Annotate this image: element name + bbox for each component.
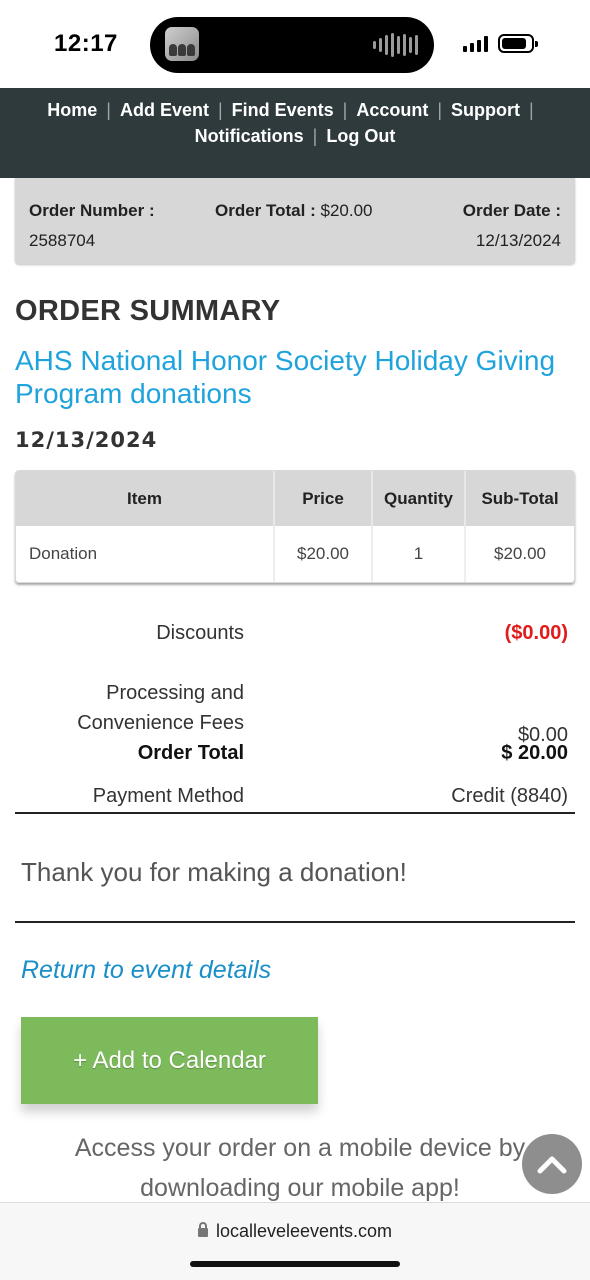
totals-section: Discounts ($0.00) Processing and Conveni… xyxy=(15,612,575,822)
add-to-calendar-button[interactable]: + Add to Calendar xyxy=(21,1017,318,1104)
order-date-label: Order Date : xyxy=(462,201,561,220)
divider xyxy=(15,921,575,923)
payment-method-row: Payment Method Credit (8840) xyxy=(15,773,575,822)
order-total-row: Order Total $ 20.00 xyxy=(15,730,575,773)
payment-method-label: Payment Method xyxy=(92,785,244,807)
return-to-event-link[interactable]: Return to event details xyxy=(21,956,271,985)
status-time: 12:17 xyxy=(54,30,118,57)
top-nav: Home | Add Event | Find Events | Account | Suppo… xyxy=(0,88,590,178)
col-header-item: Item xyxy=(16,471,275,526)
nav-separator: | xyxy=(106,100,111,120)
battery-icon xyxy=(498,34,538,53)
thank-you-message: Thank you for making a donation! xyxy=(21,857,407,887)
fees-row: Processing and Convenience Fees $0.00 xyxy=(15,658,575,746)
order-total-value: $20.00 xyxy=(320,201,373,220)
nav-home[interactable]: Home xyxy=(47,100,97,120)
cell-subtotal: $20.00 xyxy=(494,544,546,563)
scroll-to-top-button[interactable] xyxy=(522,1134,582,1194)
order-number-value: 2588704 xyxy=(29,231,96,250)
order-summary-heading: ORDER SUMMARY xyxy=(15,295,281,327)
cell-quantity: 1 xyxy=(373,526,466,582)
nav-row-1: Home | Add Event | Find Events | Account | Suppo… xyxy=(0,100,590,121)
nav-find-events[interactable]: Find Events xyxy=(232,100,334,120)
nav-row-2: Notifications | Log Out xyxy=(0,126,590,147)
order-total-row-label: Order Total xyxy=(137,742,244,764)
divider xyxy=(15,812,575,814)
event-date: 12/13/2024 xyxy=(15,428,158,452)
fees-label: Processing and Convenience Fees xyxy=(77,682,244,734)
cellular-signal-icon xyxy=(463,36,488,52)
nav-separator: | xyxy=(437,100,443,120)
url-text: localleveleevents.com xyxy=(215,1221,393,1241)
cell-item: Donation xyxy=(16,526,275,582)
nav-separator: | xyxy=(312,126,318,146)
now-playing-artwork-icon xyxy=(165,27,199,61)
nav-add-event[interactable]: Add Event xyxy=(120,100,209,120)
nav-account[interactable]: Account xyxy=(356,100,428,120)
nav-separator: | xyxy=(342,100,348,120)
order-total-row-value: $ 20.00 xyxy=(501,742,568,764)
nav-notifications[interactable]: Notifications xyxy=(195,126,304,146)
col-header-quantity: Quantity xyxy=(373,471,466,526)
table-header: Item Price Quantity Sub-Total xyxy=(16,471,574,526)
order-items-table: Item Price Quantity Sub-Total Donation $… xyxy=(15,470,575,583)
discounts-value: ($0.00) xyxy=(504,622,568,644)
order-total-block: Order Total : $20.00 xyxy=(215,196,372,226)
chevron-up-icon xyxy=(537,1156,567,1174)
browser-bar: localleveleevents.com xyxy=(0,1202,590,1280)
status-bar: 12:17 xyxy=(0,0,590,88)
nav-separator: | xyxy=(217,100,223,120)
lock-icon xyxy=(197,1222,208,1237)
audio-waveform-icon xyxy=(373,33,418,57)
order-date-value: 12/13/2024 xyxy=(475,231,561,250)
discounts-label: Discounts xyxy=(156,622,244,644)
order-info-box: Order Number : 2588704 Order Total : $20… xyxy=(15,178,575,264)
cell-price: $20.00 xyxy=(275,526,373,582)
order-number-block: Order Number : 2588704 xyxy=(29,196,155,256)
discounts-row: Discounts ($0.00) xyxy=(15,612,575,658)
address-bar[interactable]: localleveleevents.com xyxy=(0,1221,590,1242)
order-date-block: Order Date : 12/13/2024 xyxy=(463,196,561,256)
dynamic-island xyxy=(150,17,434,73)
home-indicator[interactable] xyxy=(190,1261,400,1267)
col-header-subtotal: Sub-Total xyxy=(481,488,559,508)
order-number-label: Order Number : xyxy=(29,201,155,220)
payment-method-value: Credit (8840) xyxy=(451,785,568,807)
nav-support[interactable]: Support xyxy=(451,100,520,120)
mobile-app-message: Access your order on a mobile device by … xyxy=(74,1134,526,1202)
event-title: AHS National Honor Society Holiday Givin… xyxy=(15,345,556,409)
nav-log-out[interactable]: Log Out xyxy=(326,126,395,146)
nav-separator: | xyxy=(529,100,534,120)
col-header-price: Price xyxy=(275,471,373,526)
table-row: Donation $20.00 1 $20.00 xyxy=(16,526,574,582)
order-total-label: Order Total : xyxy=(215,201,316,220)
